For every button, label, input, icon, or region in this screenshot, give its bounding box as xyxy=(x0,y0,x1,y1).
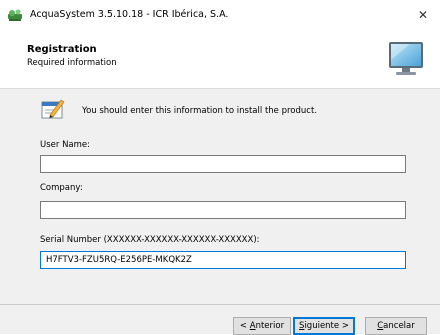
page-subtitle: Required information xyxy=(27,58,117,68)
content-panel: You should enter this information to ins… xyxy=(0,89,440,304)
cancel-button-label: ancelar xyxy=(383,321,415,331)
user-name-label: User Name: xyxy=(40,140,91,150)
back-button[interactable]: < Anterior xyxy=(233,317,291,335)
serial-number-field[interactable]: H7FTV3-FZU5RQ-E256PE-MKQK2Z xyxy=(40,251,406,269)
user-name-field[interactable] xyxy=(40,155,406,173)
back-button-label: nterior xyxy=(255,321,285,331)
company-label: Company: xyxy=(40,183,83,193)
monitor-icon xyxy=(389,42,423,75)
pencil-document-icon xyxy=(41,99,65,119)
cancel-button[interactable]: Cancelar xyxy=(365,317,427,335)
serial-number-label: Serial Number (XXXXXX-XXXXXX-XXXXXX-XXXX… xyxy=(40,235,260,245)
company-field[interactable] xyxy=(40,201,406,219)
back-button-prefix: < xyxy=(239,321,250,331)
next-button[interactable]: Siguiente > xyxy=(293,317,355,335)
window-title: AcquaSystem 3.5.10.18 - ICR Ibérica, S.A… xyxy=(30,9,229,20)
info-message: You should enter this information to ins… xyxy=(82,106,317,116)
app-icon xyxy=(8,9,22,21)
page-title: Registration xyxy=(27,44,97,55)
next-button-label: iguiente > xyxy=(304,321,349,331)
close-button[interactable]: ✕ xyxy=(412,6,434,24)
wizard-header: Registration Required information xyxy=(0,30,440,88)
button-bar: < Anterior Siguiente > Cancelar xyxy=(0,305,440,335)
title-bar: AcquaSystem 3.5.10.18 - ICR Ibérica, S.A… xyxy=(0,0,440,30)
